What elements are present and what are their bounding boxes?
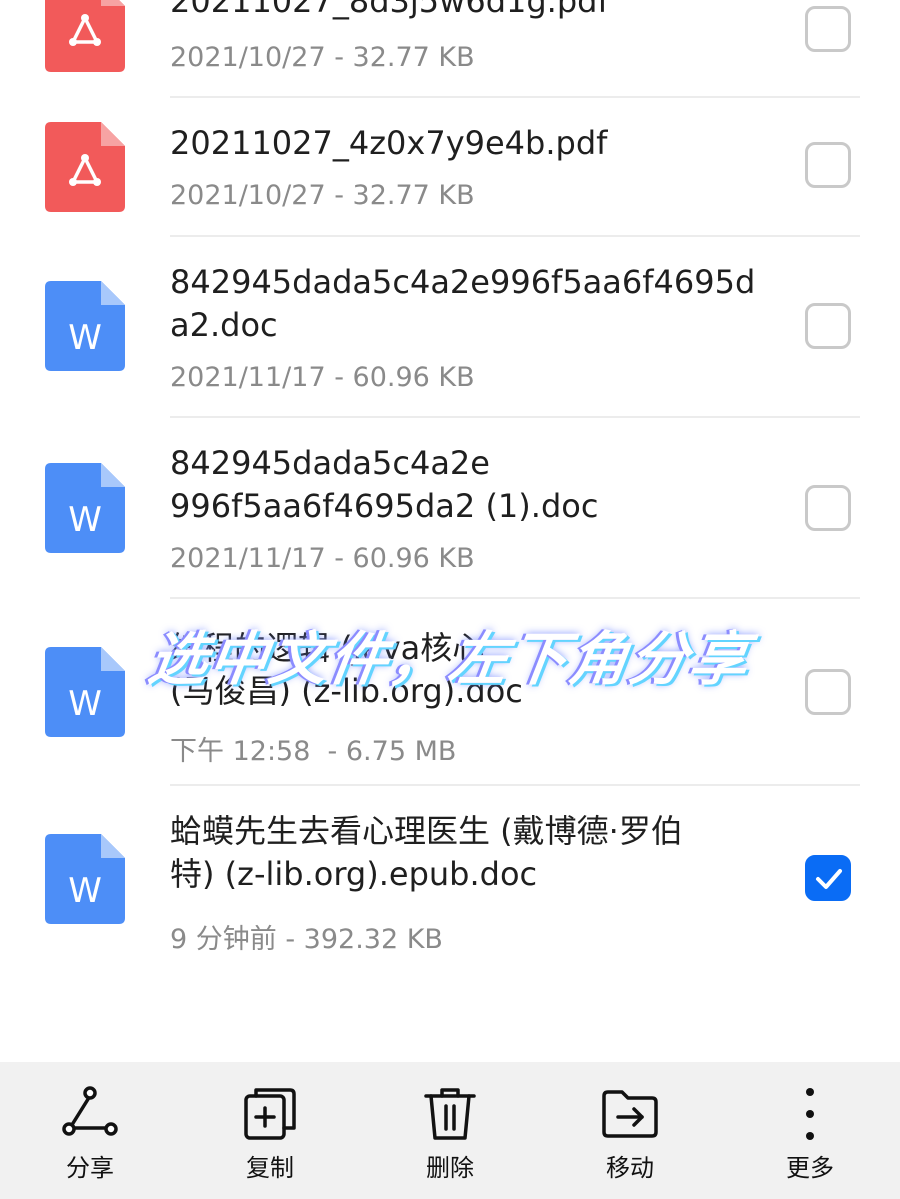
file-meta: 2021/10/27 - 32.77 KB	[170, 180, 475, 211]
word-icon: W	[45, 281, 125, 371]
share-icon	[62, 1086, 118, 1136]
select-checkbox[interactable]	[805, 485, 851, 531]
pdf-icon	[45, 122, 125, 212]
pdf-icon	[45, 0, 125, 72]
select-checkbox[interactable]	[805, 303, 851, 349]
select-checkbox[interactable]	[805, 6, 851, 52]
svg-text:W: W	[68, 500, 102, 540]
file-row[interactable]: W 842945dada5c4a2e 996f5aa6f4695da2 (1).…	[0, 418, 900, 598]
move-folder-icon	[602, 1090, 658, 1138]
copy-label: 复制	[246, 1154, 294, 1182]
overlay-caption: 选中文件，左下角分享	[144, 625, 755, 693]
svg-text:W: W	[68, 684, 102, 724]
file-name: 20211027_8d3j5w6d1g.pdf	[170, 0, 609, 20]
share-button[interactable]: 分享	[30, 1062, 150, 1199]
copy-icon	[244, 1088, 296, 1140]
file-row[interactable]: W 蛤蟆先生去看心理医生 (戴博德·罗伯 特) (z-lib.org).epub…	[0, 786, 900, 976]
file-meta: 下午 12:58 - 6.75 MB	[170, 736, 457, 767]
file-name: 20211027_4z0x7y9e4b.pdf	[170, 124, 608, 162]
more-button[interactable]: 更多	[750, 1062, 870, 1199]
move-button[interactable]: 移动	[570, 1062, 690, 1199]
delete-button[interactable]: 删除	[390, 1062, 510, 1199]
move-label: 移动	[606, 1154, 654, 1182]
word-icon: W	[45, 463, 125, 553]
checkmark-icon	[816, 869, 842, 889]
file-meta: 2021/11/17 - 60.96 KB	[170, 362, 475, 393]
select-checkbox[interactable]	[805, 669, 851, 715]
word-icon: W	[45, 647, 125, 737]
share-label: 分享	[66, 1154, 114, 1182]
word-icon: W	[45, 834, 125, 924]
file-row[interactable]: 20211027_4z0x7y9e4b.pdf 2021/10/27 - 32.…	[0, 98, 900, 236]
svg-text:W: W	[68, 318, 102, 358]
file-meta: 2021/10/27 - 32.77 KB	[170, 42, 475, 73]
file-name: 842945dada5c4a2e996f5aa6f4695d a2.doc	[170, 263, 756, 344]
file-name: 蛤蟆先生去看心理医生 (戴博德·罗伯 特) (z-lib.org).epub.d…	[170, 812, 683, 893]
delete-label: 删除	[426, 1154, 474, 1182]
trash-icon	[424, 1088, 476, 1140]
more-vertical-icon	[806, 1088, 814, 1140]
more-label: 更多	[786, 1154, 834, 1182]
file-meta: 9 分钟前 - 392.32 KB	[170, 924, 443, 955]
file-meta: 2021/11/17 - 60.96 KB	[170, 543, 475, 574]
bottom-toolbar: 分享 复制 删除 移动 更多	[0, 1062, 900, 1199]
file-name: 842945dada5c4a2e 996f5aa6f4695da2 (1).do…	[170, 444, 599, 525]
file-row[interactable]: 20211027_8d3j5w6d1g.pdf 2021/10/27 - 32.…	[0, 0, 900, 98]
svg-text:W: W	[68, 871, 102, 911]
select-checkbox-checked[interactable]	[805, 855, 851, 901]
file-row[interactable]: W 842945dada5c4a2e996f5aa6f4695d a2.doc …	[0, 237, 900, 417]
select-checkbox[interactable]	[805, 142, 851, 188]
copy-button[interactable]: 复制	[210, 1062, 330, 1199]
